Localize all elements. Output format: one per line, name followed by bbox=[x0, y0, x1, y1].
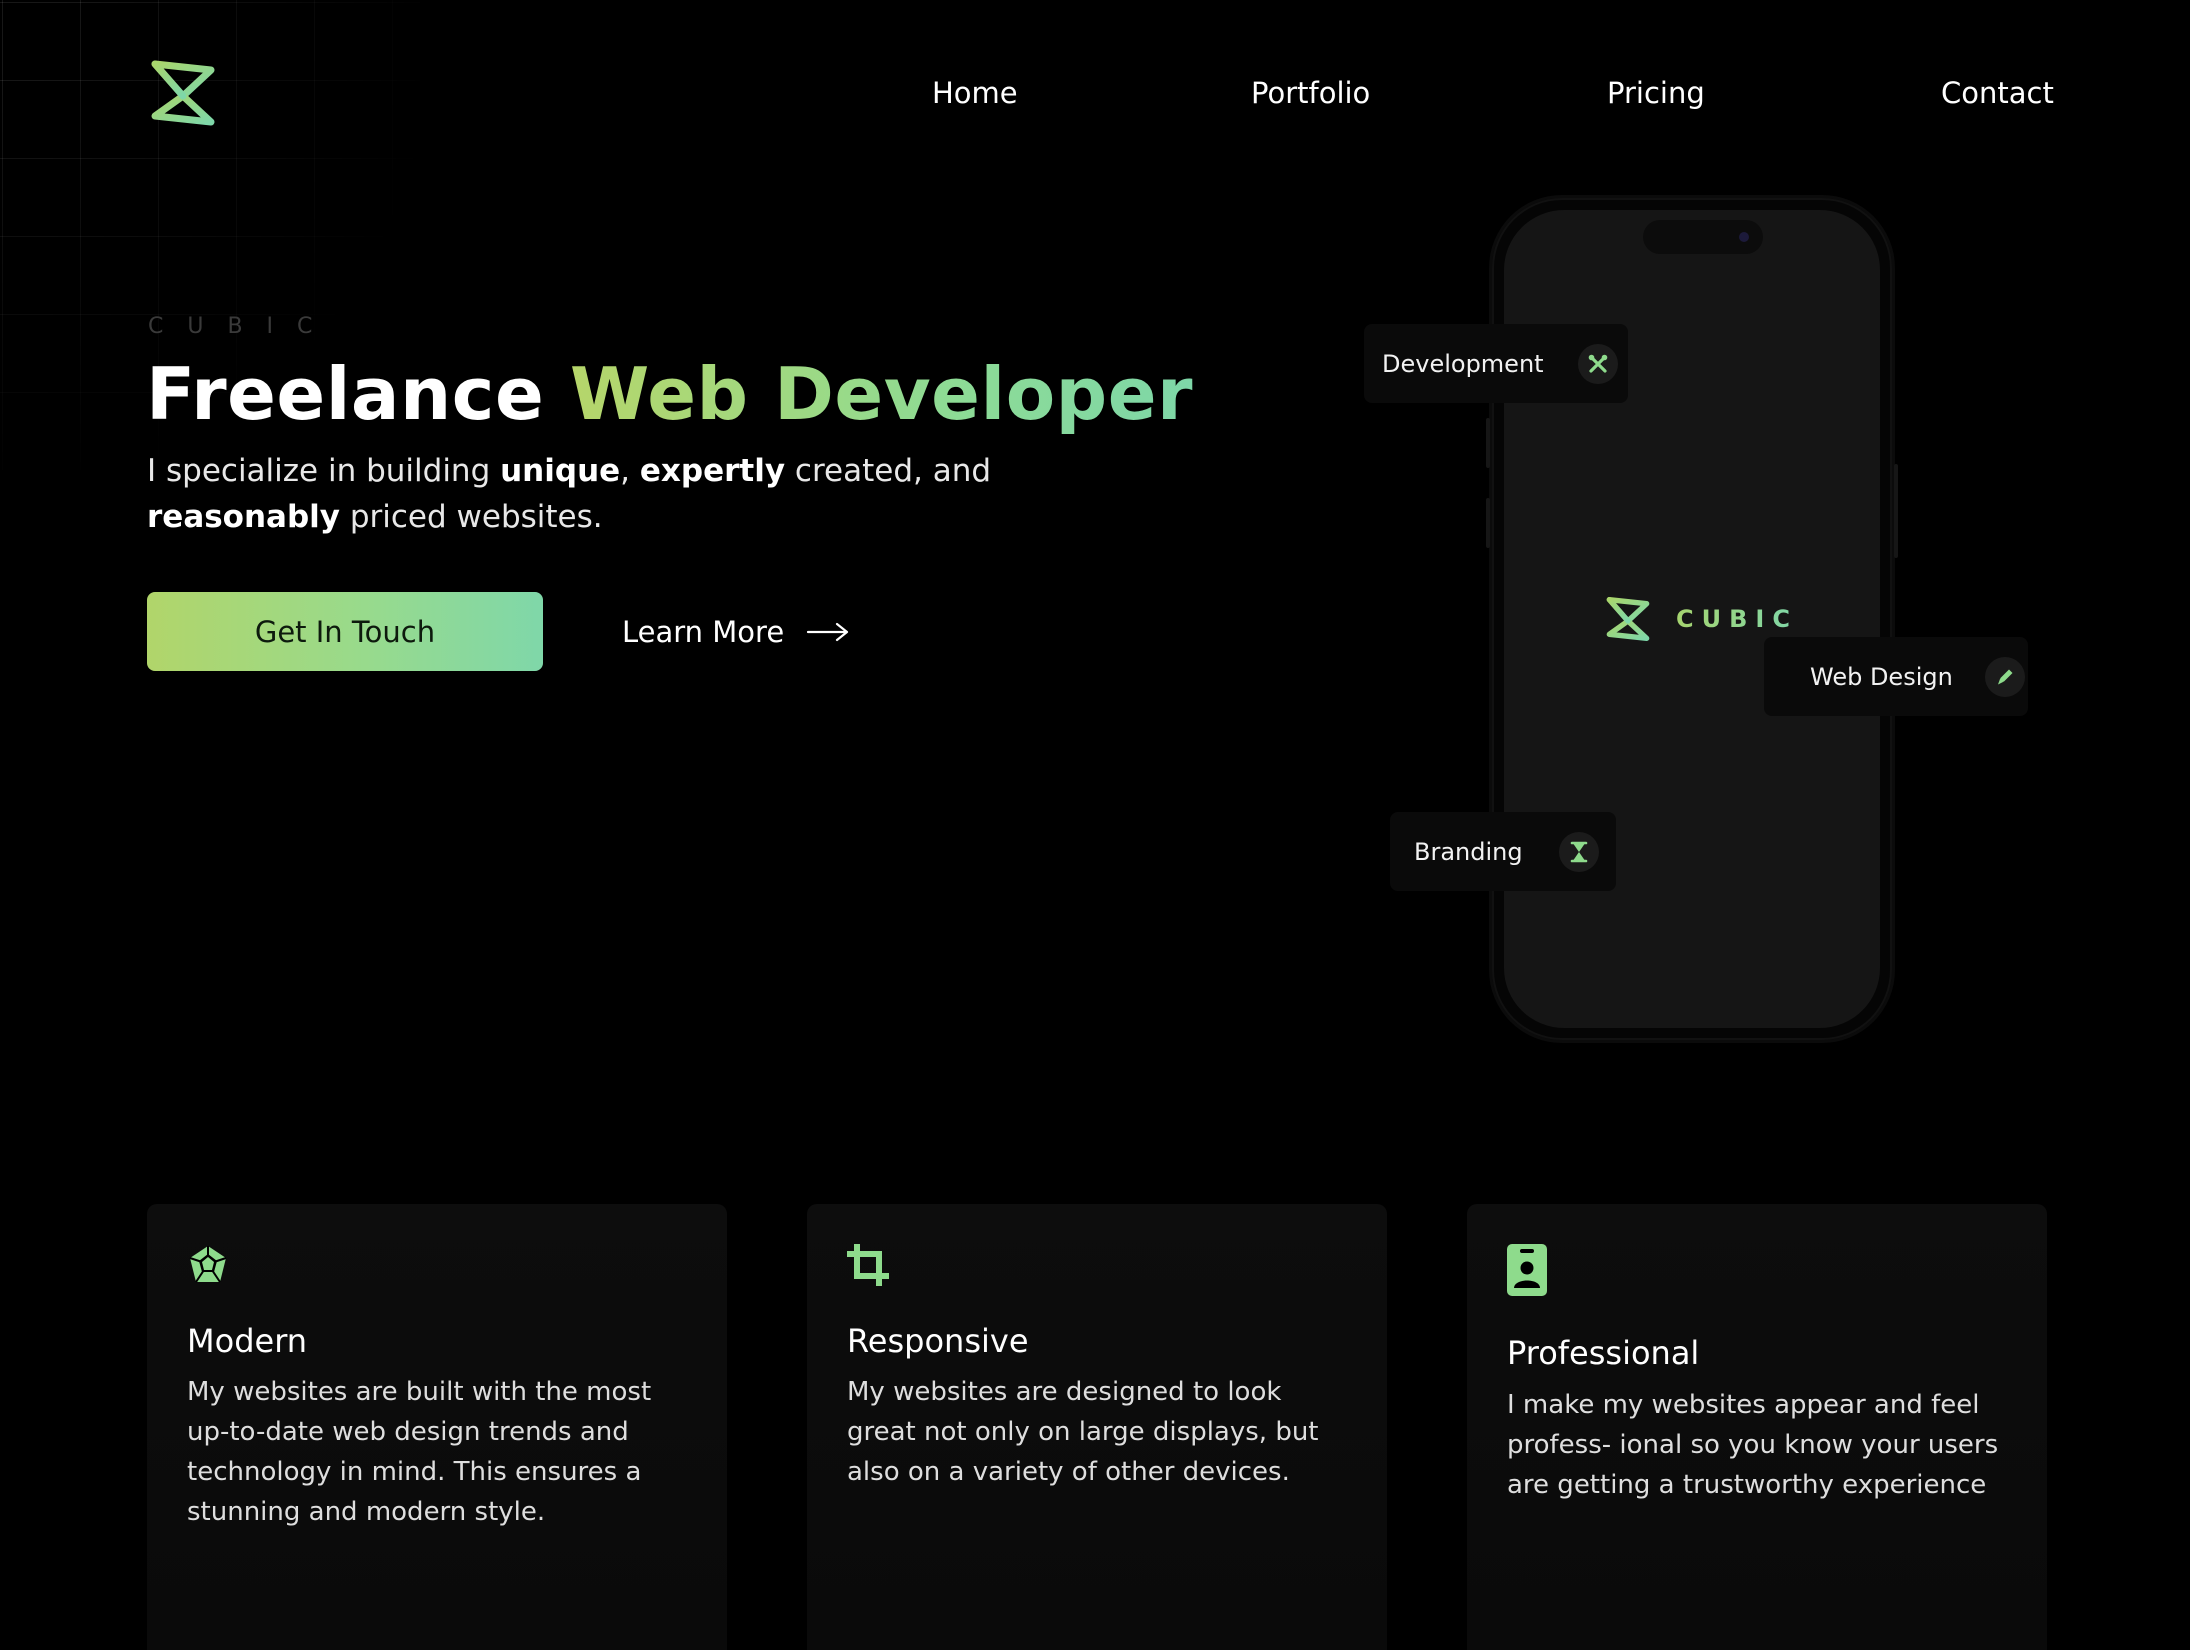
cubic-logo-icon bbox=[1606, 597, 1650, 641]
feature-title: Professional bbox=[1507, 1334, 1700, 1372]
tag-development: Development bbox=[1364, 324, 1628, 403]
pencil-icon bbox=[1984, 656, 2025, 697]
hero-eyebrow: CUBIC bbox=[148, 314, 337, 339]
tag-web-design: Web Design bbox=[1764, 637, 2028, 716]
id-badge-icon bbox=[1507, 1244, 1547, 1300]
phone-side-button bbox=[1486, 418, 1490, 468]
hero-title-accent: Web Developer bbox=[569, 352, 1194, 436]
learn-more-link[interactable]: Learn More bbox=[622, 612, 850, 652]
nav-contact[interactable]: Contact bbox=[1941, 76, 2054, 110]
feature-text: I make my websites appear and feel profe… bbox=[1507, 1390, 1999, 1500]
phone-side-button bbox=[1894, 464, 1898, 558]
nav-portfolio[interactable]: Portfolio bbox=[1251, 76, 1370, 110]
nav-pricing[interactable]: Pricing bbox=[1607, 76, 1705, 110]
tag-development-label: Development bbox=[1382, 349, 1544, 378]
hero-sub-text: I specialize in building bbox=[147, 453, 501, 489]
feature-text: My websites are built with the most up-t… bbox=[187, 1377, 652, 1527]
tag-branding: Branding bbox=[1390, 812, 1616, 891]
nav-home[interactable]: Home bbox=[932, 76, 1018, 110]
feature-title: Responsive bbox=[847, 1322, 1029, 1360]
feature-card-modern: Modern My websites are built with the mo… bbox=[147, 1204, 727, 1650]
tag-web-design-label: Web Design bbox=[1810, 662, 1953, 691]
hero-sub-bold: expertly bbox=[639, 453, 786, 489]
hero-sub-text: priced websites. bbox=[340, 499, 603, 535]
feature-text: My websites are designed to look great n… bbox=[847, 1377, 1319, 1487]
main-nav: Home Portfolio Pricing Contact bbox=[0, 76, 2190, 116]
hero-title: Freelance Web Developer bbox=[146, 352, 1193, 436]
dodecahedron-icon bbox=[187, 1244, 229, 1290]
tools-icon bbox=[1577, 343, 1618, 384]
landing-page: Home Portfolio Pricing Contact CUBIC Fre… bbox=[0, 0, 2190, 1650]
hourglass-icon bbox=[1558, 831, 1599, 872]
hero-sub-text: created, and bbox=[785, 453, 992, 489]
feature-card-responsive: Responsive My websites are designed to l… bbox=[807, 1204, 1387, 1650]
learn-more-label: Learn More bbox=[622, 615, 785, 649]
hero-sub-bold: unique bbox=[500, 453, 621, 489]
hero-sub-bold: reasonably bbox=[147, 499, 340, 535]
tag-branding-label: Branding bbox=[1414, 837, 1523, 866]
phone-wordmark: CUBIC bbox=[1676, 605, 1798, 633]
phone-side-button bbox=[1486, 498, 1490, 548]
hero-sub-text: , bbox=[620, 453, 640, 489]
arrow-right-icon bbox=[807, 622, 849, 642]
crop-icon bbox=[846, 1243, 890, 1290]
feature-card-professional: Professional I make my websites appear a… bbox=[1467, 1204, 2047, 1650]
hero-subtitle: I specialize in building unique, expertl… bbox=[147, 448, 1147, 540]
feature-title: Modern bbox=[187, 1322, 308, 1360]
camera-icon bbox=[1739, 232, 1749, 242]
get-in-touch-button[interactable]: Get In Touch bbox=[147, 592, 543, 671]
hero-title-plain: Freelance bbox=[146, 352, 570, 436]
phone-dynamic-island bbox=[1643, 220, 1763, 254]
